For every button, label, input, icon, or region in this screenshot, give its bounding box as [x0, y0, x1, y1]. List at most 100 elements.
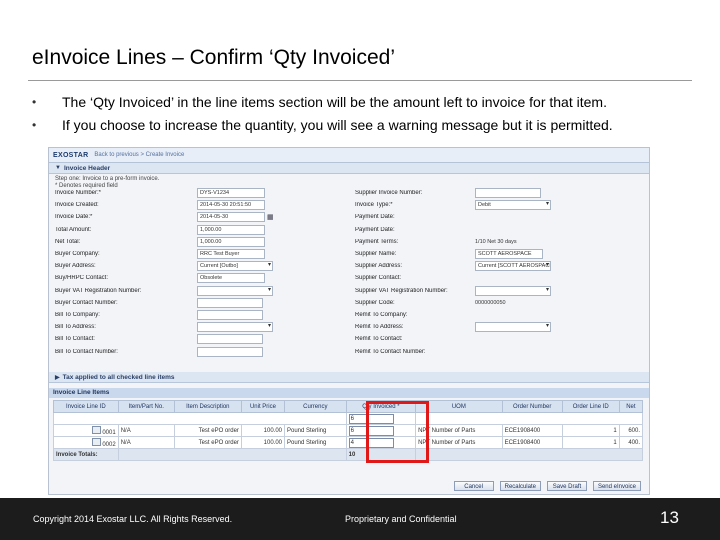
field-input[interactable]	[475, 188, 541, 198]
form-row: Supplier Address: Current [SCOTT AEROSPAC…	[355, 261, 551, 272]
bullet-item: • The ‘Qty Invoiced’ in the line items se…	[32, 94, 712, 117]
field-input[interactable]: 2014-05-30 20:51:50	[197, 200, 265, 211]
slide-title: eInvoice Lines – Confirm ‘Qty Invoiced’	[32, 46, 395, 69]
field-label: Buyer Address:	[55, 263, 96, 270]
cell-line-id: 0001	[102, 429, 116, 436]
tax-section-title: Tax applied to all checked line items	[62, 373, 175, 381]
field-select[interactable]	[197, 322, 273, 333]
field-label: Remit To Contact:	[355, 336, 403, 343]
form-row: Bill To Address:	[55, 322, 273, 333]
field-select[interactable]	[475, 285, 551, 296]
field-input[interactable]: 2014-05-30	[197, 212, 265, 223]
field-label: Remit To Company:	[355, 312, 408, 318]
form-row: Buy/HRPC Contact: Obsolete	[55, 273, 265, 284]
form-row: Payment Date:	[355, 212, 475, 222]
page-number: 13	[660, 508, 679, 527]
field-label: Total Amount:	[55, 226, 92, 233]
totals-row: Invoice Totals: 10	[53, 448, 643, 461]
field-label: Buyer Contact Number:	[55, 299, 118, 306]
cell-desc: Test ePO order	[173, 424, 242, 437]
field-label: Buy/HRPC Contact:	[55, 275, 109, 282]
field-label: Invoice Created:	[55, 202, 99, 209]
qty-highlight-box	[366, 401, 429, 463]
collapse-triangle-icon[interactable]: ▼	[55, 165, 61, 171]
slide-footer: Copyright 2014 Exostar LLC. All Rights R…	[0, 498, 720, 540]
title-divider	[28, 80, 692, 81]
field-input[interactable]: RRC Test Buyer	[197, 249, 265, 259]
recalculate-button[interactable]: Recalculate	[499, 481, 541, 491]
tax-section[interactable]: ▶ Tax applied to all checked line items	[49, 372, 649, 383]
save-draft-button[interactable]: Save Draft	[546, 481, 587, 491]
field-label: Payment Terms:	[355, 238, 399, 245]
cell-price: 100.00	[240, 436, 286, 449]
col-unit-price[interactable]: Unit Price	[240, 400, 286, 413]
field-value: 0000000050	[475, 299, 506, 306]
bullet-text: If you choose to increase the quantity, …	[62, 117, 613, 133]
form-row: Invoice Date:* 2014-05-30 ▦	[55, 212, 274, 223]
table-header-row: Invoice Line ID Item/Part No. Item Descr…	[53, 400, 644, 413]
form-row: Remit To Contact:	[355, 334, 475, 344]
invoice-header-section[interactable]: ▼ Invoice Header	[49, 163, 649, 174]
send-einvoice-button[interactable]: Send eInvoice	[592, 481, 641, 491]
embedded-screenshot: EXOSTAR Back to previous > Create Invoic…	[48, 147, 650, 495]
field-label: Buyer Company:	[55, 251, 100, 257]
field-label: Invoice Date:*	[55, 214, 93, 221]
field-input[interactable]: 1,000.00	[197, 224, 265, 235]
breadcrumb[interactable]: Back to previous > Create Invoice	[94, 152, 184, 158]
exostar-logo: EXOSTAR	[53, 151, 89, 159]
field-select[interactable]: Debit	[475, 200, 551, 211]
form-row: Buyer Address: Current [Outbo]	[55, 261, 273, 272]
totals-label: Invoice Totals:	[53, 448, 119, 461]
form-row: Remit To Company:	[355, 310, 475, 320]
field-select[interactable]: Current [SCOTT AEROSPACE - TD]	[475, 261, 551, 272]
field-label: Supplier Invoice Number:	[355, 190, 423, 196]
col-item-part-no[interactable]: Item/Part No.	[117, 400, 175, 413]
field-label: Net Total:	[55, 238, 81, 245]
field-select[interactable]	[475, 322, 551, 333]
col-net[interactable]: Net	[618, 400, 644, 413]
field-input[interactable]	[197, 297, 263, 308]
bullet-glyph: •	[32, 95, 37, 109]
col-currency[interactable]: Currency	[284, 400, 347, 413]
app-topbar: EXOSTAR Back to previous > Create Invoic…	[49, 148, 649, 163]
field-label: Remit To Address:	[355, 324, 404, 331]
field-input[interactable]: SCOTT AEROSPACE	[475, 249, 543, 259]
row-checkbox[interactable]	[91, 425, 101, 434]
form-row: Invoice Number:* DYS-V1234	[55, 188, 265, 198]
field-input[interactable]	[197, 346, 263, 357]
col-order-line-id[interactable]: Order Line ID	[561, 400, 620, 413]
cell-net: 600.	[618, 424, 644, 437]
form-row: Bill To Contact Number:	[55, 346, 263, 357]
form-row: Payment Date:	[355, 225, 475, 235]
field-label: Bill To Contact Number:	[55, 348, 118, 355]
form-row: Invoice Created: 2014-05-30 20:51:50	[55, 200, 265, 211]
field-label: Invoice Number:*	[55, 190, 102, 196]
col-invoice-line-id[interactable]: Invoice Line ID	[53, 400, 119, 413]
form-row: Bill To Contact:	[55, 334, 263, 345]
form-row: Payment Terms: 1/10 Net 30 days	[355, 237, 517, 247]
col-order-number[interactable]: Order Number	[501, 400, 563, 413]
footer-copyright: Copyright 2014 Exostar LLC. All Rights R…	[33, 514, 233, 524]
field-value: 1/10 Net 30 days	[475, 238, 517, 245]
expand-triangle-icon[interactable]: ▶	[55, 374, 60, 381]
col-item-description[interactable]: Item Description	[173, 400, 242, 413]
field-select[interactable]: Current [Outbo]	[197, 261, 273, 272]
invoice-line-items-title: Invoice Line Items	[49, 388, 649, 398]
field-label: Payment Date:	[355, 226, 395, 233]
calendar-icon[interactable]: ▦	[267, 213, 274, 221]
field-input[interactable]	[197, 334, 263, 345]
form-row: Buyer Contact Number:	[55, 297, 263, 308]
field-label: Remit To Contact Number:	[355, 348, 426, 355]
field-input[interactable]: DYS-V1234	[197, 188, 265, 198]
cell-line-id: 0002	[102, 441, 116, 448]
field-input[interactable]	[197, 310, 263, 320]
field-label: Supplier Name:	[355, 251, 397, 257]
footer-confidential: Proprietary and Confidential	[345, 514, 457, 524]
bullet-list: • The ‘Qty Invoiced’ in the line items se…	[32, 94, 712, 140]
cancel-button[interactable]: Cancel	[453, 481, 494, 491]
field-select[interactable]	[197, 285, 273, 296]
field-input[interactable]: 1,000.00	[197, 236, 265, 247]
row-checkbox[interactable]	[91, 437, 101, 446]
field-input[interactable]: Obsolete	[197, 273, 265, 284]
bullet-item: • If you choose to increase the quantity,…	[32, 117, 712, 140]
